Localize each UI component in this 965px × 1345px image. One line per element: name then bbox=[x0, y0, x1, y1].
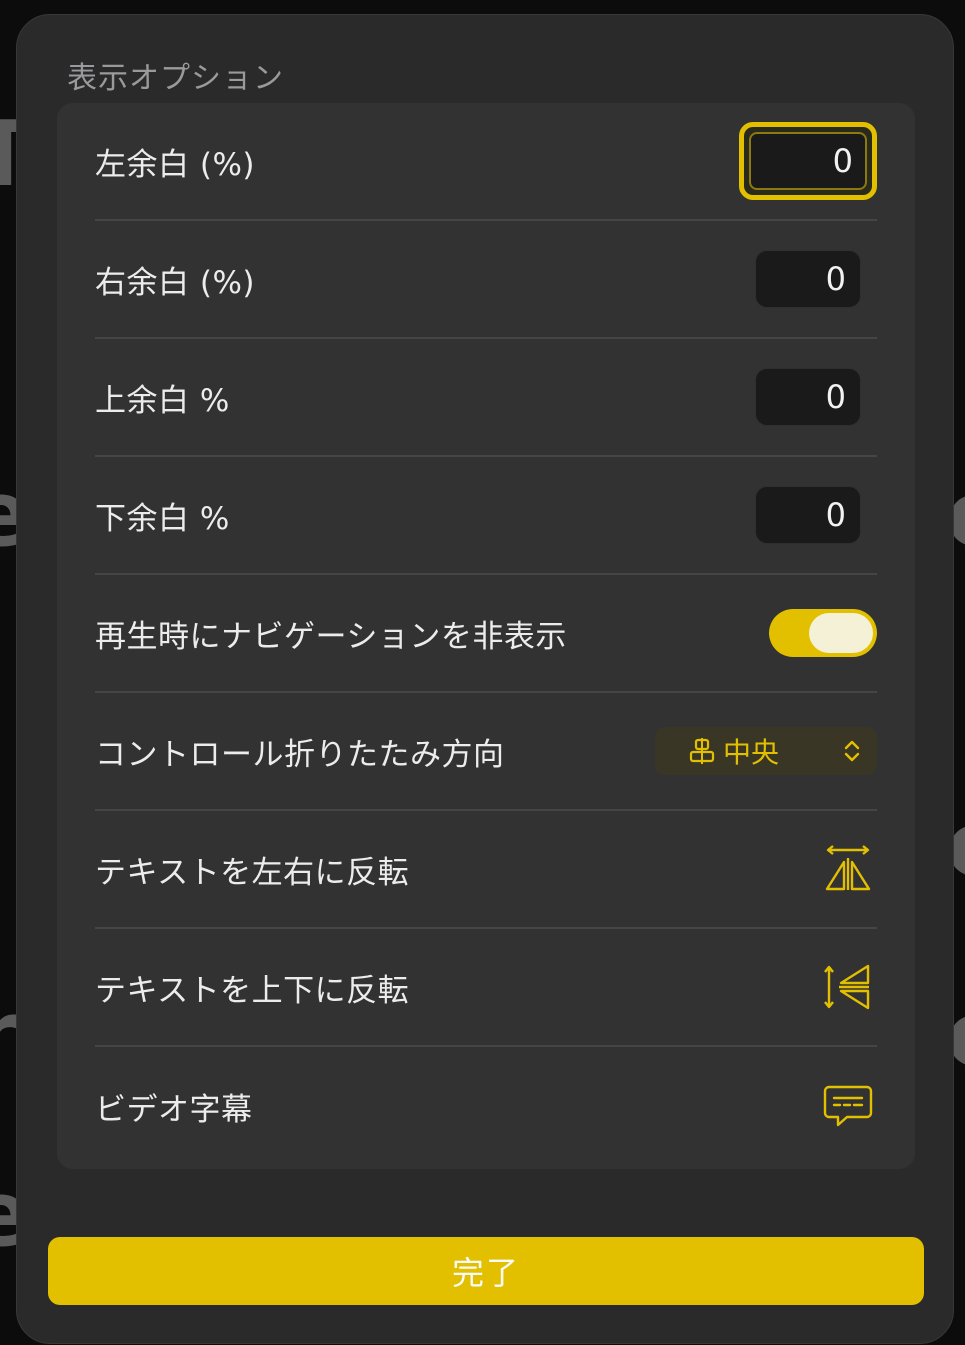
option-row-left-margin: 左余白 (%) 0 bbox=[95, 103, 877, 221]
option-row-bottom-margin: 下余白 % 0 bbox=[95, 457, 877, 575]
hide-navigation-label: 再生時にナビゲーションを非表示 bbox=[95, 618, 567, 655]
align-center-icon bbox=[689, 738, 715, 764]
hide-navigation-toggle[interactable] bbox=[769, 609, 877, 657]
panel-title: 表示オプション bbox=[67, 61, 284, 96]
right-margin-label: 右余白 (%) bbox=[95, 264, 255, 301]
options-card: 左余白 (%) 0 右余白 (%) 0 上余白 % 0 下余白 % 0 再生時に… bbox=[57, 103, 915, 1169]
option-row-video-subtitles: ビデオ字幕 bbox=[95, 1047, 877, 1165]
bottom-margin-input[interactable]: 0 bbox=[755, 486, 861, 544]
bottom-margin-value: 0 bbox=[825, 496, 846, 534]
collapse-direction-label: コントロール折りたたみ方向 bbox=[95, 736, 505, 773]
collapse-direction-select[interactable]: 中央 bbox=[655, 727, 877, 775]
toggle-knob bbox=[809, 613, 873, 653]
top-margin-value: 0 bbox=[825, 378, 846, 416]
option-row-right-margin: 右余白 (%) 0 bbox=[95, 221, 877, 339]
left-margin-value: 0 bbox=[832, 142, 853, 180]
option-row-flip-horizontal: テキストを左右に反転 bbox=[95, 811, 877, 929]
option-row-top-margin: 上余白 % 0 bbox=[95, 339, 877, 457]
done-button[interactable]: 完了 bbox=[48, 1237, 924, 1305]
top-margin-label: 上余白 % bbox=[95, 382, 230, 419]
option-row-hide-navigation: 再生時にナビゲーションを非表示 bbox=[95, 575, 877, 693]
right-margin-value: 0 bbox=[825, 260, 846, 298]
option-row-collapse-direction: コントロール折りたたみ方向 中央 bbox=[95, 693, 877, 811]
display-options-panel: 表示オプション 左余白 (%) 0 右余白 (%) 0 上余白 % 0 下余白 … bbox=[16, 14, 954, 1344]
top-margin-input[interactable]: 0 bbox=[755, 368, 861, 426]
flip-horizontal-label: テキストを左右に反転 bbox=[95, 854, 410, 891]
flip-vertical-label: テキストを上下に反転 bbox=[95, 972, 410, 1009]
collapse-direction-value: 中央 bbox=[723, 736, 780, 769]
right-margin-input[interactable]: 0 bbox=[755, 250, 861, 308]
option-row-flip-vertical: テキストを上下に反転 bbox=[95, 929, 877, 1047]
left-margin-label: 左余白 (%) bbox=[95, 146, 255, 183]
flip-horizontal-icon[interactable] bbox=[823, 844, 873, 894]
subtitles-icon[interactable] bbox=[823, 1081, 873, 1131]
video-subtitles-label: ビデオ字幕 bbox=[95, 1091, 253, 1128]
bottom-margin-label: 下余白 % bbox=[95, 500, 230, 537]
left-margin-input[interactable]: 0 bbox=[739, 122, 877, 200]
flip-vertical-icon[interactable] bbox=[823, 962, 873, 1012]
chevron-up-down-icon bbox=[844, 740, 860, 762]
background-glyph: i bbox=[0, 800, 1, 890]
